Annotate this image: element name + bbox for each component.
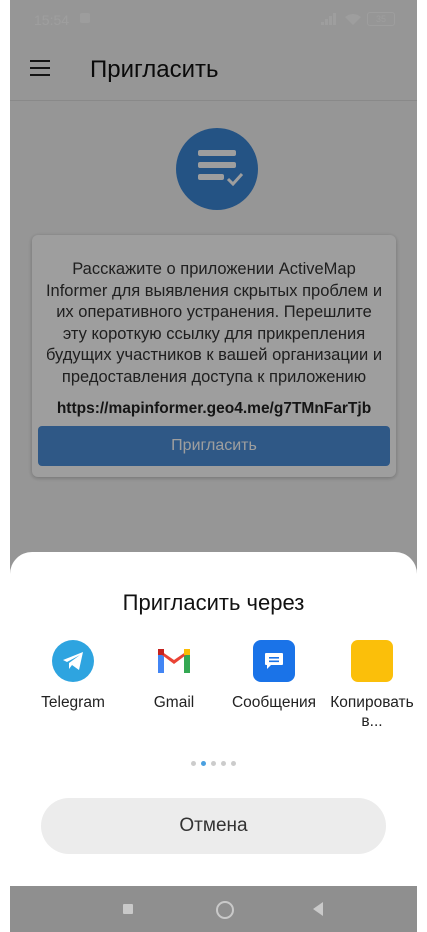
messages-icon: [253, 640, 295, 682]
page-dot: [211, 761, 216, 766]
page-indicator: [10, 753, 417, 771]
share-app-copy[interactable]: Копировать в...: [322, 640, 417, 731]
share-sheet: Пригласить через Telegram Gmail Сообщени…: [10, 552, 417, 886]
share-sheet-title: Пригласить через: [122, 590, 305, 615]
share-app-label: Сообщения: [231, 694, 317, 711]
page-dot: [221, 761, 226, 766]
recents-icon[interactable]: [123, 904, 133, 914]
page-dot: [231, 761, 236, 766]
share-app-gmail[interactable]: Gmail: [124, 640, 224, 712]
telegram-icon: [52, 640, 94, 682]
share-app-label: Копировать в...: [330, 694, 414, 730]
share-app-telegram[interactable]: Telegram: [23, 640, 123, 712]
gmail-icon: [153, 640, 195, 682]
page-dot: [191, 761, 196, 766]
copy-icon: [351, 640, 393, 682]
phone-screen: 15:54 35 Пригласить Расскажите о приложе…: [10, 0, 417, 932]
share-app-label: Telegram: [41, 694, 105, 711]
back-icon[interactable]: [313, 902, 323, 916]
home-icon[interactable]: [216, 901, 234, 919]
share-app-label: Gmail: [153, 694, 195, 711]
cancel-button[interactable]: Отмена: [41, 798, 386, 854]
navigation-bar: [10, 886, 417, 932]
share-app-messages[interactable]: Сообщения: [224, 640, 324, 712]
page-dot-active: [201, 761, 206, 766]
